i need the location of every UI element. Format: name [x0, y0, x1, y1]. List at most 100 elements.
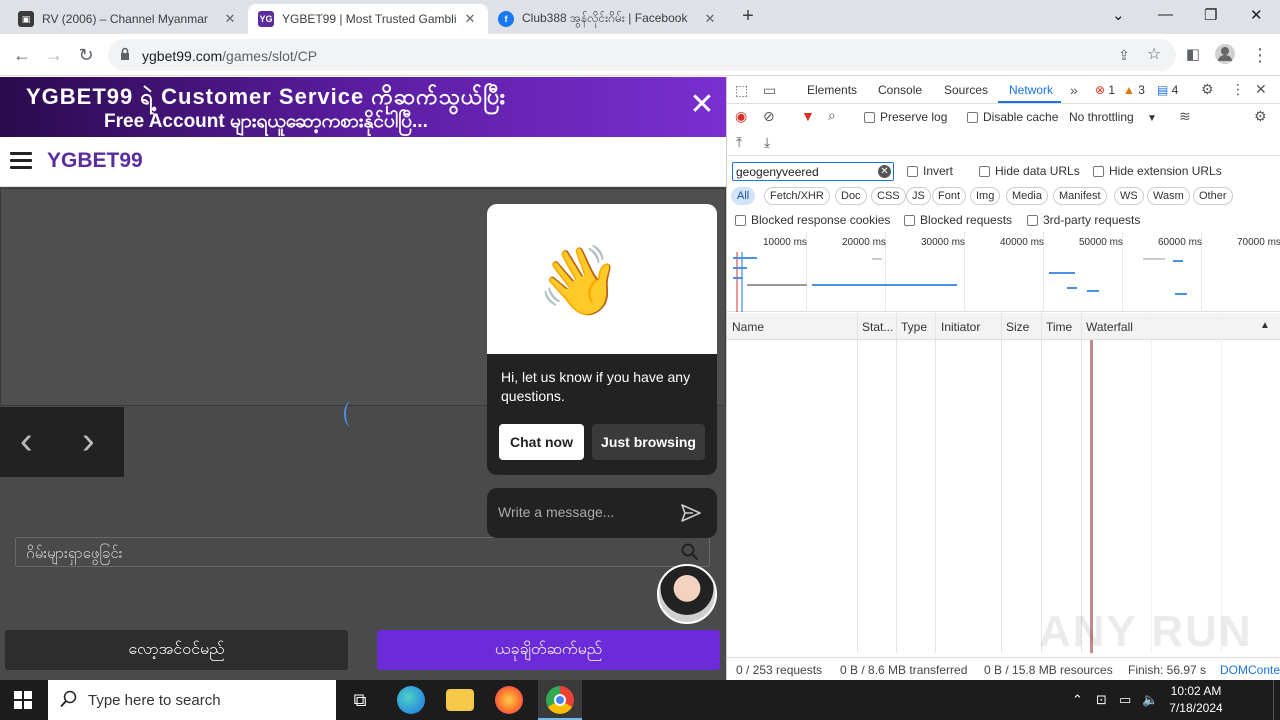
filter-all[interactable]: All — [731, 187, 756, 205]
blocked-requests-checkbox[interactable]: Blocked requests — [904, 213, 1012, 227]
col-initiator[interactable]: Initiator — [941, 320, 980, 334]
bookmark-star-icon[interactable]: ☆ — [1142, 43, 1166, 67]
close-tab-icon[interactable]: ✕ — [462, 11, 478, 27]
export-har-icon[interactable]: ⤓ — [764, 134, 770, 151]
clear-icon[interactable]: ⊘ — [763, 108, 775, 125]
new-tab-button[interactable]: + — [738, 6, 758, 26]
edge-icon[interactable] — [397, 686, 425, 714]
filter-fetch-xhr[interactable]: Fetch/XHR — [764, 187, 830, 205]
chat-message-input[interactable]: Write a message... — [487, 488, 717, 538]
col-time[interactable]: Time — [1046, 320, 1072, 334]
profile-icon[interactable] — [1213, 43, 1237, 67]
hide-data-urls-checkbox[interactable]: Hide data URLs — [979, 164, 1080, 178]
next-arrow-icon[interactable]: › — [82, 421, 95, 461]
tab-sources[interactable]: Sources — [944, 83, 988, 97]
reload-icon[interactable]: ↻ — [74, 43, 98, 67]
col-status[interactable]: Stat... — [862, 320, 893, 334]
network-conditions-icon[interactable]: ≋ — [1179, 108, 1191, 125]
volume-icon[interactable]: 🔈 — [1142, 692, 1158, 708]
tab-elements[interactable]: Elements — [807, 83, 857, 97]
taskbar-search-box[interactable]: Type here to search — [48, 680, 336, 720]
invert-checkbox[interactable]: Invert — [907, 164, 953, 178]
chat-now-button[interactable]: Chat now — [499, 424, 584, 460]
task-view-icon[interactable]: ⧉ — [346, 686, 374, 714]
filter-img[interactable]: Img — [970, 187, 1001, 205]
filter-manifest[interactable]: Manifest — [1053, 187, 1107, 205]
tab-ygbet99[interactable]: YG YGBET99 | Most Trusted Gamblin ✕ — [248, 4, 488, 34]
preserve-log-checkbox[interactable]: Preserve log — [864, 110, 947, 124]
tray-overflow-icon[interactable]: ⌃ — [1072, 692, 1083, 708]
more-tabs-icon[interactable]: » — [1070, 82, 1078, 98]
prev-arrow-icon[interactable]: ‹ — [20, 421, 33, 461]
firefox-icon[interactable] — [495, 686, 523, 714]
tab-console[interactable]: Console — [878, 83, 922, 97]
close-tab-icon[interactable]: ✕ — [702, 11, 718, 27]
login-button[interactable]: လော့အင်ဝင်မည် — [5, 630, 348, 670]
filter-media[interactable]: Media — [1006, 187, 1048, 205]
address-bar[interactable]: ygbet99.com/games/slot/CP ⇪ ☆ — [108, 39, 1176, 71]
chrome-taskbar-button[interactable] — [538, 680, 582, 720]
filter-wasm[interactable]: Wasm — [1147, 187, 1190, 205]
restore-icon[interactable]: ❐ — [1204, 6, 1217, 24]
network-overview-timeline[interactable]: 10000 ms 20000 ms 30000 ms 40000 ms 5000… — [727, 232, 1280, 312]
hamburger-menu-icon[interactable] — [10, 152, 32, 170]
filter-css[interactable]: CSS — [871, 187, 906, 205]
third-party-checkbox[interactable]: 3rd-party requests — [1027, 213, 1140, 227]
filter-other[interactable]: Other — [1193, 187, 1233, 205]
col-waterfall[interactable]: Waterfall — [1086, 320, 1133, 334]
search-icon[interactable] — [681, 543, 699, 561]
game-search-input[interactable]: ဂိမ်းများရှာဖွေခြင်း — [15, 537, 710, 567]
throttling-select[interactable]: No throttling ▼ — [1069, 110, 1157, 124]
banner-close-icon[interactable]: ✕ — [687, 90, 717, 120]
filter-font[interactable]: Font — [932, 187, 967, 205]
clear-filter-icon[interactable]: ✕ — [878, 165, 891, 178]
tab-network[interactable]: Network — [1009, 83, 1053, 97]
disable-cache-checkbox[interactable]: Disable cache — [967, 110, 1058, 124]
col-size[interactable]: Size — [1006, 320, 1029, 334]
record-stop-icon[interactable]: ◉ — [735, 108, 747, 125]
just-browsing-button[interactable]: Just browsing — [592, 424, 705, 460]
system-clock[interactable]: 10:02 AM 7/18/2024 — [1161, 683, 1231, 717]
warning-count-badge[interactable]: ▲ 3 — [1123, 83, 1145, 97]
device-toolbar-icon[interactable]: ▭ — [763, 82, 776, 99]
promo-banner[interactable]: YGBET99 ရဲ့ Customer Service ကိုဆက်သွယ်ပ… — [0, 77, 726, 137]
col-type[interactable]: Type — [901, 320, 927, 334]
filter-js[interactable]: JS — [906, 187, 931, 205]
filter-doc[interactable]: Doc — [835, 187, 867, 205]
back-arrow-icon[interactable]: ← — [10, 43, 34, 67]
sort-ascending-icon[interactable]: ▲ — [1260, 320, 1270, 331]
tab-search-chevron-icon[interactable]: ⌄ — [1112, 6, 1125, 24]
close-devtools-icon[interactable]: ✕ — [1255, 81, 1267, 98]
tab-channel-myanmar[interactable]: ▣ RV (2006) – Channel Myanmar ✕ — [8, 4, 248, 34]
share-icon[interactable]: ⇪ — [1112, 43, 1136, 67]
side-panel-icon[interactable]: ◧ — [1181, 43, 1205, 67]
minimize-icon[interactable]: — — [1158, 6, 1173, 23]
filter-icon[interactable]: ▼ — [801, 108, 815, 124]
site-logo[interactable]: YGBET99 — [47, 149, 143, 173]
message-count-badge[interactable]: ▤ 4 — [1157, 83, 1178, 97]
windows-start-icon[interactable] — [14, 691, 32, 709]
network-settings-icon[interactable]: ⚙ — [1254, 108, 1267, 125]
network-icon[interactable]: ▭ — [1119, 692, 1131, 708]
show-desktop-button[interactable] — [1273, 680, 1280, 720]
blocked-cookies-checkbox[interactable]: Blocked response cookies — [735, 213, 890, 227]
hide-extension-urls-checkbox[interactable]: Hide extension URLs — [1093, 164, 1222, 178]
import-har-icon[interactable]: ⤒ — [736, 134, 742, 151]
settings-gear-icon[interactable]: ⚙ — [1201, 81, 1214, 98]
file-explorer-icon[interactable] — [446, 689, 474, 711]
close-window-icon[interactable]: ✕ — [1250, 6, 1263, 24]
forward-arrow-icon[interactable]: → — [42, 43, 66, 67]
send-icon[interactable] — [680, 502, 702, 524]
inspect-element-icon[interactable]: ⬚ — [735, 82, 748, 99]
network-device-icon[interactable]: ⊡ — [1096, 692, 1107, 708]
network-filter-input[interactable]: geogenyveered ✕ — [732, 162, 894, 181]
close-tab-icon[interactable]: ✕ — [222, 11, 238, 27]
col-name[interactable]: Name — [732, 320, 764, 334]
support-agent-avatar[interactable] — [657, 564, 717, 624]
error-count-badge[interactable]: ⊗ 1 — [1095, 83, 1115, 97]
more-options-icon[interactable]: ⋮ — [1231, 81, 1245, 98]
search-icon[interactable]: ⌕ — [828, 107, 836, 124]
register-button[interactable]: ယခုချိတ်ဆက်မည် — [377, 630, 720, 670]
menu-kebab-icon[interactable]: ⋮ — [1248, 43, 1272, 67]
tab-facebook[interactable]: f Club388 အွန်လိုင်းဂိမ်း | Facebook ✕ — [488, 4, 728, 34]
